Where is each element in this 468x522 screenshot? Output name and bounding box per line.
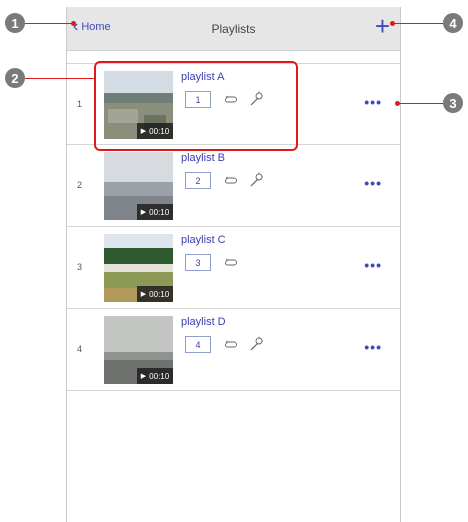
page-title: Playlists [211, 22, 256, 36]
playlist-thumbnail[interactable]: ▶ 00:10 [104, 234, 173, 302]
callout-line [398, 103, 443, 104]
callout-dot [71, 21, 76, 26]
callout-line [25, 23, 73, 24]
play-icon: ▶ [140, 209, 147, 216]
callout-badge-3: 3 [443, 93, 463, 113]
repeat-icon [225, 340, 237, 348]
duration-badge: ▶ 00:10 [137, 286, 173, 302]
repeat-icon [225, 258, 237, 266]
duration-badge: ▶ 00:10 [137, 368, 173, 384]
playlist-thumbnail[interactable]: ▶ 00:10 [104, 316, 173, 384]
callout-dot [395, 101, 400, 106]
playlist-number-box[interactable]: 4 [185, 336, 211, 353]
callout-badge-1: 1 [5, 13, 25, 33]
playlist-name[interactable]: playlist C [181, 234, 226, 246]
duration-text: 00:10 [149, 207, 170, 217]
repeat-icon [225, 176, 237, 184]
playlist-name[interactable]: playlist B [181, 152, 225, 164]
callout-badge-4: 4 [443, 13, 463, 33]
row-index: 2 [77, 180, 83, 190]
effect-wand-icon [250, 336, 263, 351]
play-icon: ▶ [140, 291, 147, 298]
duration-text: 00:10 [149, 289, 170, 299]
more-options-button[interactable]: ••• [364, 257, 382, 273]
callout-line [392, 23, 443, 24]
row-index: 1 [77, 99, 83, 109]
play-icon: ▶ [140, 373, 147, 380]
callout-dot [390, 21, 395, 26]
more-options-button[interactable]: ••• [364, 94, 382, 110]
playlist-row[interactable]: 3 ▶ 00:10 playlist C 3 ••• [67, 227, 400, 309]
playlist-number-box[interactable]: 2 [185, 172, 211, 189]
duration-badge: ▶ 00:10 [137, 204, 173, 220]
playlist-name[interactable]: playlist D [181, 316, 226, 328]
highlight-box [94, 61, 298, 151]
playlist-row[interactable]: 2 ▶ 00:10 playlist B 2 ••• [67, 145, 400, 227]
effect-wand-icon [250, 172, 263, 187]
callout-line [25, 78, 95, 79]
row-index: 4 [77, 344, 83, 354]
navbar: ‹ Home Playlists + [67, 7, 400, 51]
callout-badge-2: 2 [5, 68, 25, 88]
more-options-button[interactable]: ••• [364, 339, 382, 355]
more-options-button[interactable]: ••• [364, 175, 382, 191]
duration-text: 00:10 [149, 371, 170, 381]
playlist-row[interactable]: 4 ▶ 00:10 playlist D 4 ••• [67, 309, 400, 391]
row-index: 3 [77, 262, 83, 272]
playlist-thumbnail[interactable]: ▶ 00:10 [104, 152, 173, 220]
playlist-number-box[interactable]: 3 [185, 254, 211, 271]
add-playlist-button[interactable]: + [375, 13, 390, 39]
